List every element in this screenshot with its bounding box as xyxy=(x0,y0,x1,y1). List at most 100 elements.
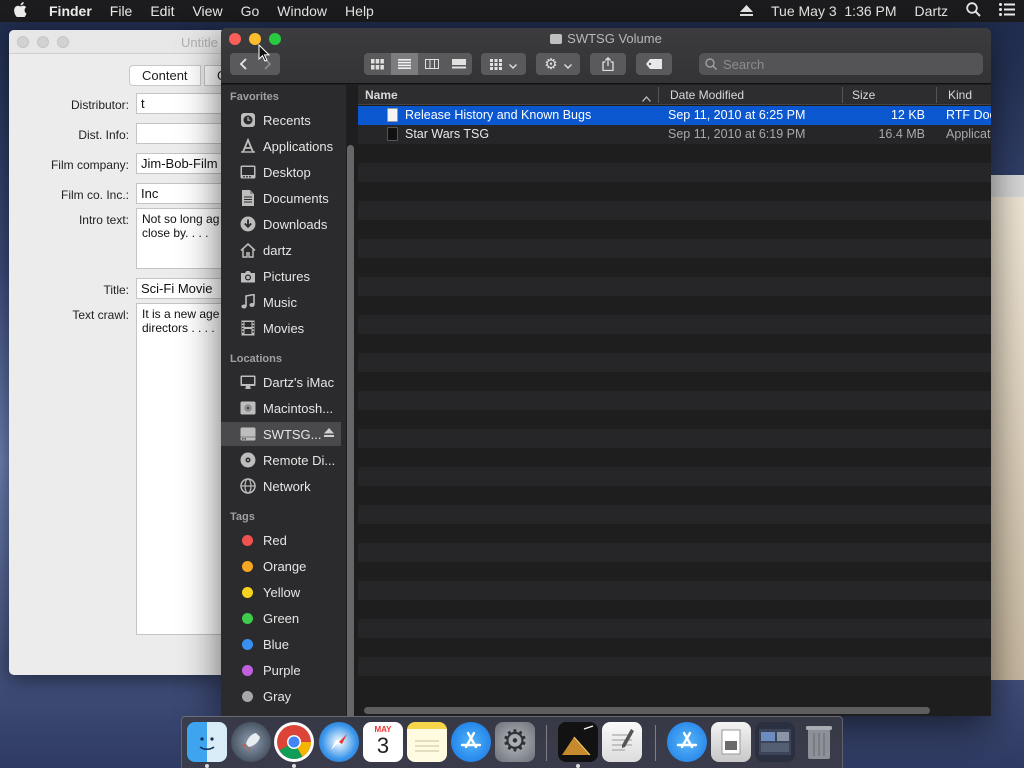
application-icon xyxy=(387,127,398,141)
app-store-dock-icon[interactable] xyxy=(451,722,491,762)
notification-center-icon[interactable] xyxy=(990,3,1024,19)
menu-view[interactable]: View xyxy=(183,3,231,19)
intro-text-area[interactable]: Not so long ag close by. . . . xyxy=(136,208,224,269)
spotlight-search-icon[interactable] xyxy=(957,2,990,20)
sidebar-item-network[interactable]: Network xyxy=(221,474,341,498)
sidebar-item-remote-disc[interactable]: Remote Di... xyxy=(221,448,341,472)
column-name[interactable]: Name xyxy=(365,88,398,102)
back-button[interactable] xyxy=(230,53,255,75)
finder-window[interactable]: SWTSG Volume ⚙ Search Favorites Recents … xyxy=(221,28,991,716)
gallery-view-icon[interactable] xyxy=(445,53,472,75)
editor-close-button[interactable] xyxy=(17,36,29,48)
chrome-dock-icon[interactable] xyxy=(274,722,314,762)
sidebar-item-applications[interactable]: Applications xyxy=(221,134,341,158)
sidebar-item-recents[interactable]: Recents xyxy=(221,108,341,132)
sidebar-tag-red[interactable]: Red xyxy=(221,528,341,552)
sidebar-item-desktop[interactable]: Desktop xyxy=(221,160,341,184)
system-preferences-dock-icon[interactable]: ⚙ xyxy=(495,722,535,762)
column-size[interactable]: Size xyxy=(852,88,875,102)
dist-info-field[interactable] xyxy=(136,123,224,144)
sidebar-tag-yellow[interactable]: Yellow xyxy=(221,580,341,604)
text-crawl-area[interactable]: It is a new age directors . . . . xyxy=(136,303,224,635)
eject-icon[interactable] xyxy=(324,428,334,440)
column-date-modified[interactable]: Date Modified xyxy=(670,88,744,102)
distributor-field[interactable]: t xyxy=(136,93,224,114)
group-grid-icon xyxy=(490,58,502,70)
calendar-dock-icon[interactable]: MAY 3 xyxy=(363,722,403,762)
sidebar-tag-green[interactable]: Green xyxy=(221,606,341,630)
search-input[interactable] xyxy=(723,56,963,72)
empty-row xyxy=(358,372,991,391)
column-separator[interactable] xyxy=(842,87,843,103)
column-kind[interactable]: Kind xyxy=(948,88,972,102)
sidebar-item-music[interactable]: Music xyxy=(221,290,341,314)
editor-minimize-button[interactable] xyxy=(37,36,49,48)
background-window-right[interactable] xyxy=(990,175,1024,680)
empty-row xyxy=(358,467,991,486)
horizontal-scrollbar[interactable] xyxy=(364,707,930,714)
sidebar-item-movies[interactable]: Movies xyxy=(221,316,341,340)
icon-view-icon[interactable] xyxy=(364,53,391,75)
film-company-field[interactable]: Jim-Bob-Film xyxy=(136,153,224,174)
eject-icon[interactable] xyxy=(731,3,762,19)
menu-file[interactable]: File xyxy=(101,3,142,19)
applications-folder-dock-icon[interactable] xyxy=(667,722,707,762)
volume-icon xyxy=(238,427,258,441)
sidebar-tag-orange[interactable]: Orange xyxy=(221,554,341,578)
empty-row xyxy=(358,296,991,315)
menu-window[interactable]: Window xyxy=(268,3,336,19)
sidebar-scrollbar[interactable] xyxy=(347,145,354,716)
sidebar-tag-gray[interactable]: Gray xyxy=(221,684,341,708)
editor-zoom-button[interactable] xyxy=(57,36,69,48)
column-separator[interactable] xyxy=(936,87,937,103)
group-by-button[interactable] xyxy=(481,53,526,75)
tab-content[interactable]: Content xyxy=(129,65,201,86)
sidebar-item-swtsg[interactable]: SWTSG... xyxy=(221,422,341,446)
sidebar-item-pictures[interactable]: Pictures xyxy=(221,264,341,288)
clock-datetime[interactable]: Tue May 3 1:36 PM xyxy=(762,3,906,19)
sidebar-item-downloads[interactable]: Downloads xyxy=(221,212,341,236)
star-wars-tsg-dock-icon[interactable] xyxy=(558,722,598,762)
launchpad-dock-icon[interactable] xyxy=(231,722,271,762)
sidebar-tag-blue[interactable]: Blue xyxy=(221,632,341,656)
safari-dock-icon[interactable] xyxy=(319,722,359,762)
film-co-inc-field[interactable]: Inc xyxy=(136,183,224,204)
list-view-icon[interactable] xyxy=(391,53,418,75)
column-view-icon[interactable] xyxy=(418,53,445,75)
title-field[interactable]: Sci-Fi Movie xyxy=(136,278,224,299)
sidebar-item-imac[interactable]: Dartz's iMac xyxy=(221,370,341,394)
documents-stack-dock-icon[interactable] xyxy=(755,722,795,762)
empty-row xyxy=(358,334,991,353)
file-row[interactable]: Star Wars TSG Sep 11, 2010 at 6:19 PM 16.4… xyxy=(358,125,991,144)
sidebar-item-documents[interactable]: Documents xyxy=(221,186,341,210)
running-indicator xyxy=(292,764,296,768)
movie-editor-window[interactable]: Untitle Content G Distributor: t Dist. I… xyxy=(9,30,224,675)
finder-dock-icon[interactable] xyxy=(187,722,227,762)
apple-menu-icon[interactable] xyxy=(0,1,40,21)
tag-color-dot xyxy=(242,690,253,702)
sidebar-item-label: Desktop xyxy=(263,164,311,180)
sidebar-tag-purple[interactable]: Purple xyxy=(221,658,341,682)
column-separator[interactable] xyxy=(658,87,659,103)
preview-dock-icon[interactable] xyxy=(711,722,751,762)
menu-finder[interactable]: Finder xyxy=(40,3,101,19)
share-button[interactable] xyxy=(590,53,626,75)
sidebar-item-dartz[interactable]: dartz xyxy=(221,238,341,262)
file-row[interactable]: Release History and Known Bugs Sep 11, 20… xyxy=(358,106,991,125)
sidebar-item-label: SWTSG... xyxy=(263,426,322,442)
empty-row xyxy=(358,182,991,201)
sidebar-item-label: Remote Di... xyxy=(263,452,336,468)
menu-edit[interactable]: Edit xyxy=(141,3,183,19)
textedit-dock-icon[interactable] xyxy=(602,722,642,762)
rtf-document-icon xyxy=(387,108,398,122)
trash-icon[interactable] xyxy=(799,722,839,762)
action-menu-button[interactable]: ⚙ xyxy=(536,53,580,75)
menu-go[interactable]: Go xyxy=(232,3,269,19)
film-company-label: Film company: xyxy=(50,158,129,172)
tags-button[interactable] xyxy=(636,53,672,75)
sidebar-item-macintosh-hd[interactable]: Macintosh... xyxy=(221,396,341,420)
search-field[interactable] xyxy=(699,53,983,75)
menu-help[interactable]: Help xyxy=(336,3,383,19)
user-name[interactable]: Dartz xyxy=(906,3,957,19)
notes-dock-icon[interactable] xyxy=(407,722,447,762)
